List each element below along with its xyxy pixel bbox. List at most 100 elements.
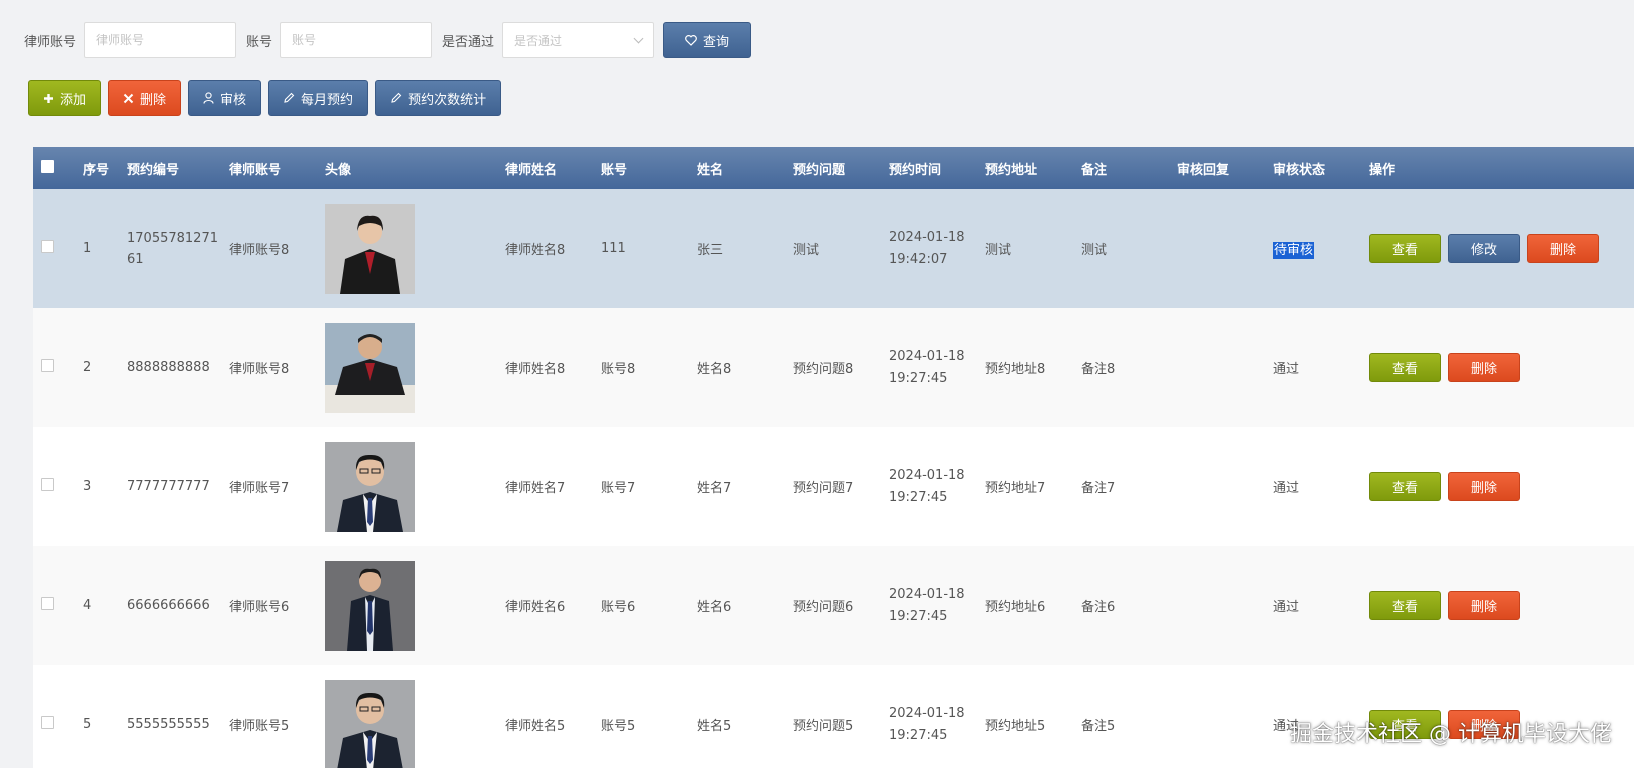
add-button-label: 添加 [60,92,87,108]
query-button-label: 查询 [703,34,730,50]
row-delete-button[interactable]: 删除 [1448,472,1520,501]
cell-account: 账号7 [601,481,636,496]
cell-name: 姓名8 [697,362,732,377]
cell-time-text: 19:27:45 [889,489,948,505]
view-button[interactable]: 查看 [1369,472,1441,501]
delete-button[interactable]: 删除 [108,80,182,116]
cell-date-text: 2024-01-18 [889,586,965,602]
cell-lawyer-name: 律师姓名6 [505,600,566,615]
cell-lawyer-account: 律师账号5 [229,719,290,734]
user-icon [203,92,214,104]
row-delete-button[interactable]: 删除 [1448,353,1520,382]
search-bar: 律师账号 账号 是否通过 是否通过 查询 [24,22,752,58]
select-all-checkbox[interactable] [41,159,54,173]
cell-actions: 查看 删除 [1369,546,1634,665]
table-row[interactable]: 4 6666666666 律师账号6 律师姓名6 账号6 姓名6 预约问题6 2… [33,546,1634,665]
cell-seq: 4 [83,598,92,613]
lawyer-account-input[interactable] [84,22,237,58]
passed-select[interactable]: 是否通过 [502,22,655,58]
stats-button[interactable]: 预约次数统计 [375,80,502,116]
row-delete-button[interactable]: 删除 [1448,591,1520,620]
row-checkbox[interactable] [41,478,54,491]
row-checkbox[interactable] [41,240,54,253]
cell-reply [1177,427,1273,546]
passed-select-placeholder: 是否通过 [514,33,563,48]
header-actions: 操作 [1369,162,1396,178]
cell-lawyer-name: 律师姓名8 [505,362,566,377]
lawyer-avatar [325,322,415,413]
cell-lawyer-account: 律师账号7 [229,481,290,496]
stats-button-label: 预约次数统计 [408,92,487,108]
edit-button[interactable]: 修改 [1448,234,1520,263]
cell-time: 2024-01-18 19:42:07 [889,189,985,308]
cell-avatar [325,546,505,665]
pencil-icon [391,92,402,103]
cell-remark: 备注7 [1081,481,1116,496]
cell-avatar [325,665,505,768]
lawyer-avatar [325,560,415,651]
table-row[interactable]: 1 17055781271 61 律师账号8 律师姓名8 111 张三 测试 2… [33,189,1634,308]
header-avatar: 头像 [325,162,352,178]
add-button[interactable]: 添加 [28,80,102,116]
row-checkbox[interactable] [41,359,54,372]
cell-status: 通过 [1273,600,1300,615]
cell-date-text: 2024-01-18 [889,467,965,483]
lawyer-avatar [325,203,415,294]
view-button[interactable]: 查看 [1369,234,1441,263]
pencil-icon [284,92,295,103]
header-reply: 审核回复 [1177,162,1230,178]
cell-time: 2024-01-18 19:27:45 [889,546,985,665]
header-seq: 序号 [83,162,110,178]
header-question: 预约问题 [793,162,846,178]
header-code: 预约编号 [127,162,180,178]
cell-name: 姓名5 [697,719,732,734]
table-row[interactable]: 3 7777777777 律师账号7 律师姓名7 账号7 姓名7 预约问题7 2… [33,427,1634,546]
cell-question: 预约问题5 [793,719,854,734]
account-label: 账号 [246,34,273,50]
query-button[interactable]: 查询 [663,22,752,58]
cell-status: 待审核 [1273,189,1369,308]
cell-name: 姓名6 [697,600,732,615]
cell-reply [1177,546,1273,665]
view-button[interactable]: 查看 [1369,353,1441,382]
cell-remark: 备注6 [1081,600,1116,615]
cell-time-text: 19:42:07 [889,251,948,267]
account-input[interactable] [280,22,433,58]
cell-code: 8888888888 [127,360,210,375]
cell-address: 预约地址8 [985,362,1046,377]
cell-code: 17055781271 61 [127,230,218,267]
cell-name: 姓名7 [697,481,732,496]
monthly-button-label: 每月预约 [301,92,354,108]
cell-code: 6666666666 [127,598,210,613]
header-address: 预约地址 [985,162,1038,178]
view-button[interactable]: 查看 [1369,591,1441,620]
cell-question: 测试 [793,243,820,258]
watermark: 掘金技术社区 @ 计算机毕设大佬 [1290,722,1612,747]
lawyer-avatar [325,679,415,768]
appointment-table: 序号 预约编号 律师账号 头像 律师姓名 账号 姓名 预约问题 预约时间 预约地… [33,147,1634,768]
monthly-button[interactable]: 每月预约 [268,80,369,116]
header-lawyer-name: 律师姓名 [505,162,558,178]
cell-status: 通过 [1273,481,1300,496]
cell-seq: 5 [83,717,92,732]
cell-remark: 测试 [1081,243,1108,258]
cell-account: 账号5 [601,719,636,734]
cell-address: 预约地址6 [985,600,1046,615]
cell-seq: 2 [83,360,92,375]
review-button[interactable]: 审核 [188,80,262,116]
cell-date-text: 2024-01-18 [889,348,965,364]
cell-time: 2024-01-18 19:27:45 [889,427,985,546]
toolbar: 添加 删除 审核 每月预约 预约次数统计 [28,80,502,116]
header-account: 账号 [601,162,628,178]
cell-lawyer-account: 律师账号8 [229,243,290,258]
header-status: 审核状态 [1273,162,1326,178]
table-row[interactable]: 2 8888888888 律师账号8 律师姓名8 账号8 姓名8 预约问题8 2… [33,308,1634,427]
row-delete-button[interactable]: 删除 [1527,234,1599,263]
row-checkbox[interactable] [41,597,54,610]
cell-lawyer-account: 律师账号8 [229,362,290,377]
cell-code: 7777777777 [127,479,210,494]
cell-lawyer-name: 律师姓名8 [505,243,566,258]
row-checkbox[interactable] [41,716,54,729]
cell-date-text: 2024-01-18 [889,229,965,245]
cell-avatar [325,189,505,308]
